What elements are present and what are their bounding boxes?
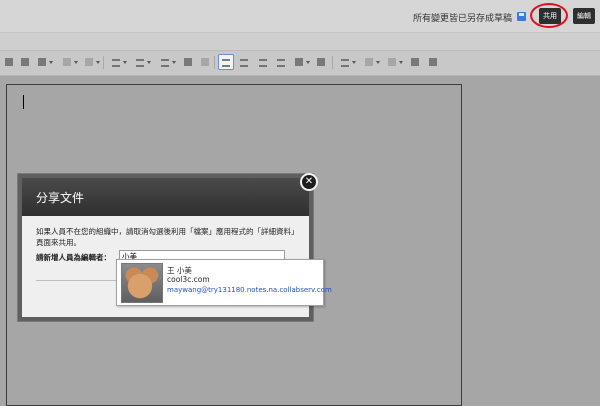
table-style-icon[interactable] xyxy=(385,55,403,69)
top-bar: 所有變更皆已另存成草稿 共用 編輯 xyxy=(0,0,600,33)
bookmark-icon[interactable] xyxy=(426,55,440,69)
ltr-direction-icon[interactable] xyxy=(181,55,195,69)
multilevel-list-icon[interactable] xyxy=(158,55,176,69)
save-doc-icon[interactable] xyxy=(2,55,16,69)
align-left-icon[interactable] xyxy=(218,54,234,70)
draft-status-text: 所有變更皆已另存成草稿 xyxy=(412,14,512,24)
avatar xyxy=(121,263,163,303)
suggestion-organization: cool3c.com xyxy=(167,275,210,284)
editor-field-label: 請新增人員為編輯者： xyxy=(36,253,111,262)
dialog-divider xyxy=(36,280,126,281)
secondary-bar xyxy=(0,33,600,50)
share-button[interactable]: 共用 xyxy=(539,8,561,24)
link-icon[interactable] xyxy=(408,55,422,69)
formatting-toolbar xyxy=(0,50,600,76)
table-icon[interactable] xyxy=(338,55,356,69)
line-spacing-icon[interactable] xyxy=(292,55,310,69)
suggestion-email: maywang@try131180.notes.na.collabserv.co… xyxy=(167,286,332,294)
font-color-icon[interactable] xyxy=(82,55,100,69)
person-suggestion-item[interactable]: 王 小美 cool3c.com maywang@try131180.notes.… xyxy=(116,259,332,306)
toolbar-separator xyxy=(332,56,333,69)
dialog-header: 分享文件 xyxy=(22,178,309,216)
toolbar-separator xyxy=(103,56,104,69)
dialog-title: 分享文件 xyxy=(36,191,85,205)
bulleted-list-icon[interactable] xyxy=(109,55,127,69)
insert-image-icon[interactable] xyxy=(314,55,328,69)
edit-button[interactable]: 編輯 xyxy=(573,8,595,24)
text-cursor xyxy=(23,95,24,109)
rtl-direction-icon[interactable] xyxy=(198,55,212,69)
close-icon[interactable]: ✕ xyxy=(300,173,318,191)
print-icon[interactable] xyxy=(18,55,32,69)
align-right-icon[interactable] xyxy=(256,55,270,69)
justify-icon[interactable] xyxy=(274,55,288,69)
dialog-info-text: 如果人員不在您的組織中，請取消勾選後利用「檔案」應用程式的「詳細資料」頁面來共用… xyxy=(36,227,295,247)
table-properties-icon[interactable] xyxy=(362,55,380,69)
style-format-icon[interactable] xyxy=(35,55,53,69)
save-icon[interactable] xyxy=(517,12,526,21)
highlight-color-icon[interactable] xyxy=(60,55,78,69)
align-center-icon[interactable] xyxy=(237,55,251,69)
toolbar-separator xyxy=(214,56,215,69)
numbered-list-icon[interactable] xyxy=(133,55,151,69)
